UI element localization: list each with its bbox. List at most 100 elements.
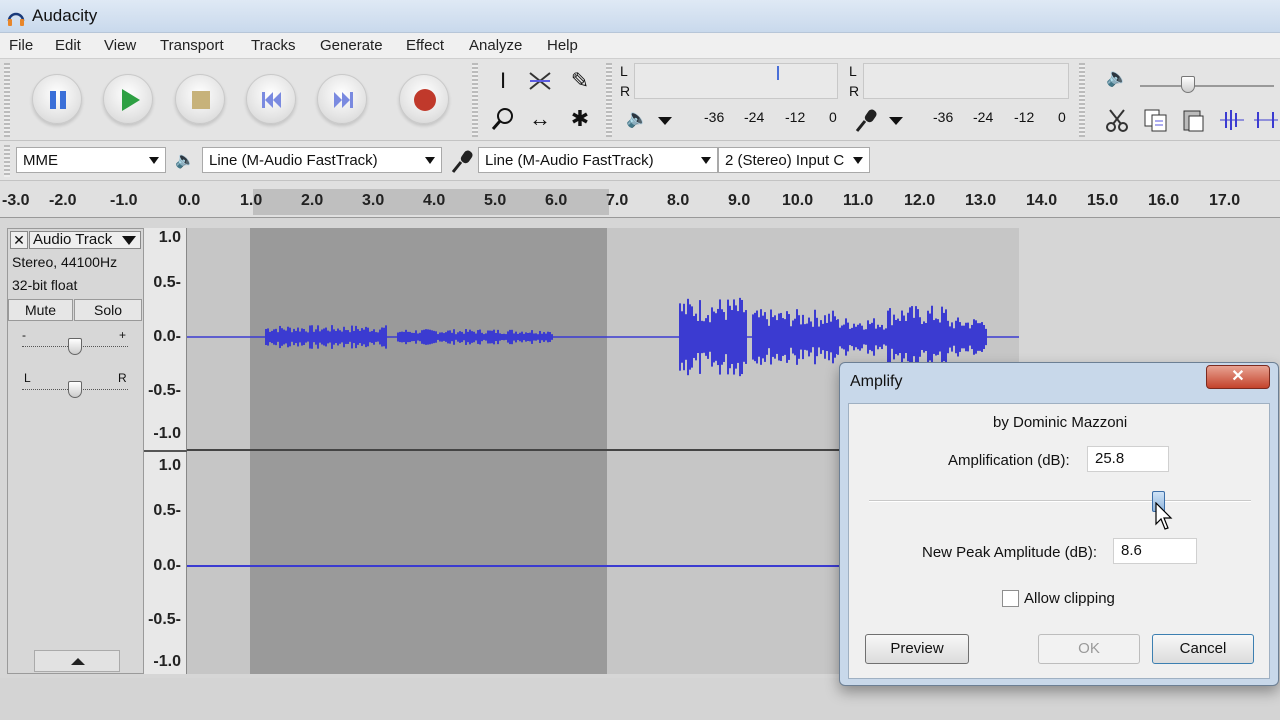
record-scale-label: -12 bbox=[1014, 109, 1035, 125]
playback-volume-slider-thumb[interactable] bbox=[1181, 76, 1195, 93]
waveform-sample bbox=[739, 297, 741, 377]
stop-button[interactable] bbox=[175, 74, 225, 124]
ruler-tick-label: 1.0 bbox=[240, 192, 263, 209]
menu-file[interactable]: File bbox=[9, 37, 33, 54]
menu-effect[interactable]: Effect bbox=[406, 37, 444, 54]
selection-tool-icon[interactable]: I bbox=[487, 65, 519, 97]
toolbar-grip[interactable] bbox=[606, 63, 612, 137]
menu-edit[interactable]: Edit bbox=[55, 37, 81, 54]
waveform-sample bbox=[873, 318, 875, 356]
pause-button[interactable] bbox=[32, 74, 82, 124]
ruler-tick-label: 8.0 bbox=[667, 192, 690, 209]
playback-scale-label: 0 bbox=[829, 109, 837, 125]
output-device-value: Line (M-Audio FastTrack) bbox=[209, 152, 378, 169]
ok-button[interactable]: OK bbox=[1038, 634, 1140, 664]
pan-slider-thumb[interactable] bbox=[68, 381, 82, 398]
waveform-sample bbox=[469, 329, 471, 345]
skip-to-start-button[interactable] bbox=[246, 74, 296, 124]
multi-tool-icon[interactable]: ✱ bbox=[564, 103, 596, 135]
waveform-sample bbox=[401, 331, 403, 343]
envelope-tool-icon[interactable] bbox=[524, 65, 556, 97]
menu-transport[interactable]: Transport bbox=[160, 37, 224, 54]
record-scale-label: -24 bbox=[973, 109, 994, 125]
waveform-sample bbox=[689, 304, 691, 370]
record-meter[interactable] bbox=[863, 63, 1069, 99]
gain-slider-thumb[interactable] bbox=[68, 338, 82, 355]
skip-to-end-button[interactable] bbox=[317, 74, 367, 124]
play-button[interactable] bbox=[103, 74, 153, 124]
playback-volume-slider[interactable] bbox=[1140, 85, 1274, 87]
input-device-select[interactable]: Line (M-Audio FastTrack) bbox=[478, 147, 718, 173]
waveform-sample bbox=[327, 330, 329, 344]
menu-analyze[interactable]: Analyze bbox=[469, 37, 522, 54]
paste-icon[interactable] bbox=[1180, 107, 1208, 133]
window-title: Audacity bbox=[32, 6, 98, 25]
close-icon[interactable]: ✕ bbox=[1206, 365, 1270, 389]
record-meter-menu-arrow-icon[interactable] bbox=[889, 117, 903, 125]
toolbar-grip[interactable] bbox=[472, 63, 478, 137]
waveform-sample bbox=[329, 331, 331, 343]
menu-tracks[interactable]: Tracks bbox=[251, 37, 295, 54]
waveform-sample bbox=[445, 332, 447, 342]
ruler-tick-label: 4.0 bbox=[423, 192, 446, 209]
new-peak-amplitude-input[interactable]: 8.6 bbox=[1113, 538, 1197, 564]
preview-button[interactable]: Preview bbox=[865, 634, 969, 664]
chevron-down-icon bbox=[149, 157, 159, 164]
waveform-sample bbox=[477, 330, 479, 344]
collapse-track-button[interactable] bbox=[34, 650, 120, 672]
allow-clipping-checkbox[interactable] bbox=[1002, 590, 1019, 607]
time-shift-tool-icon[interactable]: ↔ bbox=[524, 103, 556, 135]
input-channels-select[interactable]: 2 (Stereo) Input C bbox=[718, 147, 870, 173]
menu-help[interactable]: Help bbox=[547, 37, 578, 54]
waveform-sample bbox=[790, 326, 792, 348]
waveform-sample bbox=[786, 311, 788, 363]
effect-author: by Dominic Mazzoni bbox=[993, 414, 1128, 431]
waveform-sample bbox=[849, 328, 851, 346]
waveform-sample bbox=[903, 315, 905, 359]
amplification-slider[interactable] bbox=[869, 500, 1251, 502]
toolbar-grip[interactable] bbox=[4, 145, 10, 177]
playback-meter-menu-arrow-icon[interactable] bbox=[658, 117, 672, 125]
waveform-sample bbox=[357, 329, 359, 345]
amplification-input[interactable]: 25.8 bbox=[1087, 446, 1169, 472]
copy-icon[interactable] bbox=[1142, 107, 1170, 133]
toolbar-grip[interactable] bbox=[1079, 63, 1085, 137]
waveform-sample bbox=[911, 306, 913, 368]
waveform-sample bbox=[943, 312, 945, 362]
close-track-icon[interactable]: ✕ bbox=[10, 231, 28, 249]
cut-icon[interactable] bbox=[1104, 107, 1130, 133]
waveform-sample bbox=[339, 330, 341, 344]
ruler-tick-label: 3.0 bbox=[362, 192, 385, 209]
record-button[interactable] bbox=[399, 74, 449, 124]
track-name-menu[interactable]: Audio Track bbox=[29, 231, 141, 249]
waveform-sample bbox=[345, 330, 347, 344]
cancel-button[interactable]: Cancel bbox=[1152, 634, 1254, 664]
waveform-sample bbox=[865, 329, 867, 345]
waveform-sample bbox=[347, 330, 349, 344]
playback-meter[interactable] bbox=[634, 63, 838, 99]
draw-tool-icon[interactable]: ✎ bbox=[564, 65, 596, 97]
waveform-sample bbox=[752, 314, 754, 360]
waveform-sample bbox=[529, 332, 531, 342]
waveform-sample bbox=[973, 319, 975, 355]
waveform-sample bbox=[297, 327, 299, 347]
menu-generate[interactable]: Generate bbox=[320, 37, 383, 54]
silence-audio-icon[interactable] bbox=[1252, 107, 1280, 133]
menu-view[interactable]: View bbox=[104, 37, 136, 54]
timeline-ruler[interactable]: -3.0 -2.0 -1.0 0.0 1.0 2.0 3.0 4.0 5.0 6… bbox=[0, 181, 1280, 218]
mute-button[interactable]: Mute bbox=[8, 299, 73, 321]
trim-audio-icon[interactable] bbox=[1218, 107, 1246, 133]
waveform-sample bbox=[269, 331, 271, 343]
waveform-sample bbox=[925, 323, 927, 351]
waveform-sample bbox=[491, 330, 493, 344]
waveform-sample bbox=[281, 328, 283, 346]
zoom-tool-icon[interactable] bbox=[487, 103, 519, 135]
waveform-sample bbox=[713, 311, 715, 363]
output-device-select[interactable]: Line (M-Audio FastTrack) bbox=[202, 147, 442, 173]
solo-button[interactable]: Solo bbox=[74, 299, 142, 321]
toolbar-grip[interactable] bbox=[4, 63, 10, 137]
menu-bar: File Edit View Transport Tracks Generate… bbox=[0, 33, 1280, 59]
audio-host-select[interactable]: MME bbox=[16, 147, 166, 173]
toolbars: I ✎ ↔ ✱ L R L R 🔈 -36 -24 -12 0 -36 -24 … bbox=[0, 59, 1280, 141]
waveform-sample bbox=[867, 320, 869, 354]
